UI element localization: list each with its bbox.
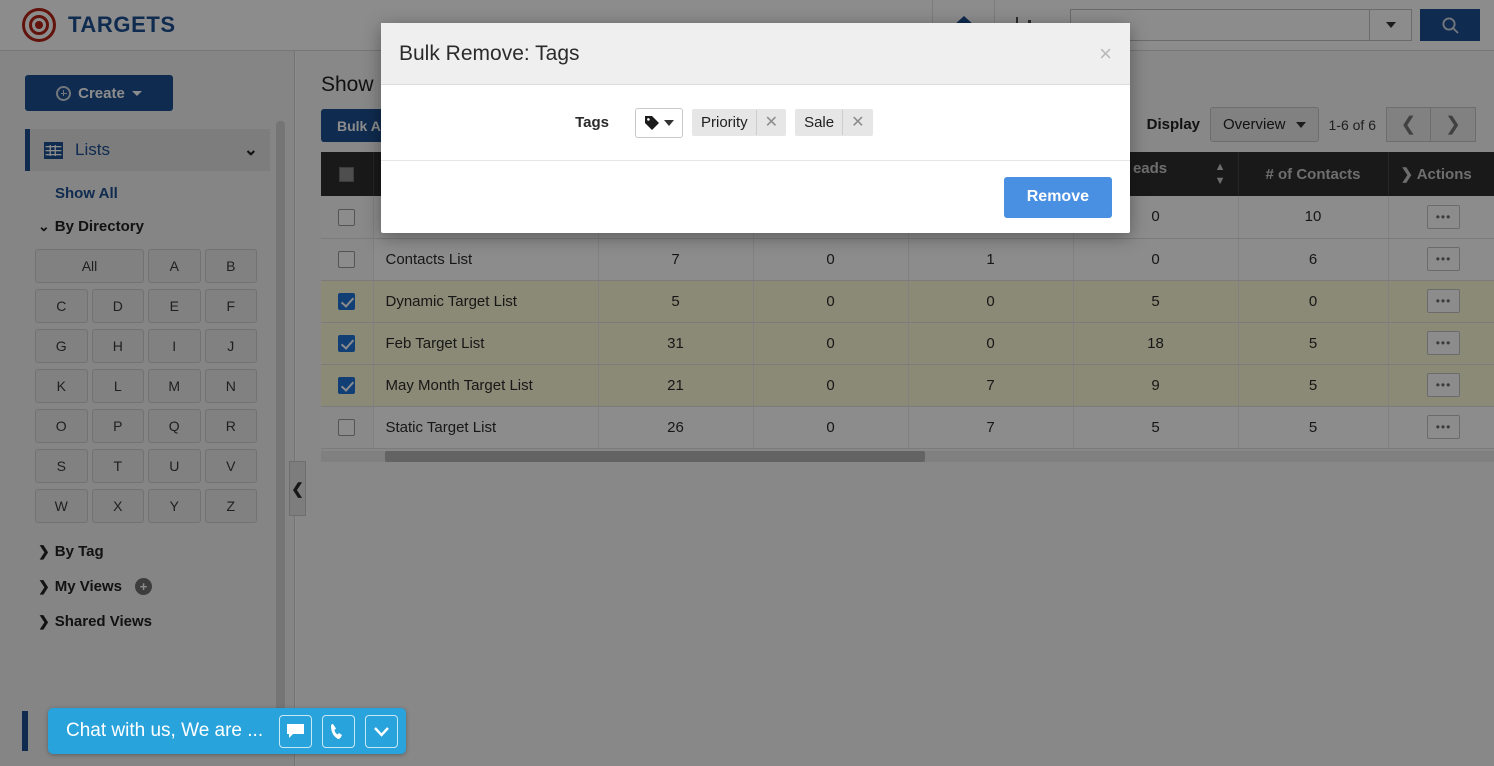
modal-footer: Remove	[381, 161, 1130, 233]
tags-field-label: Tags	[575, 114, 609, 131]
tag-icon	[645, 115, 659, 130]
phone-icon[interactable]	[322, 714, 356, 748]
tag-pill: Sale ✕	[795, 109, 873, 136]
tag-picker-dropdown[interactable]	[635, 107, 683, 138]
bulk-remove-tags-modal: Bulk Remove: Tags × Tags Priority ✕ Sale…	[381, 23, 1130, 233]
tag-pill: Priority ✕	[692, 109, 787, 136]
app-root: TARGETS Create Lists ⌄ Show All ⌄ By Dir…	[0, 0, 1494, 766]
chat-bubble-icon[interactable]	[279, 714, 313, 748]
chat-widget-text: Chat with us, We are ...	[66, 720, 264, 741]
remove-button[interactable]: Remove	[1003, 176, 1112, 218]
modal-body: Tags Priority ✕ Sale ✕	[381, 85, 1130, 161]
close-icon[interactable]: ✕	[755, 110, 786, 135]
tag-pill-label: Priority	[701, 114, 748, 131]
chat-widget[interactable]: Chat with us, We are ...	[48, 708, 407, 754]
tag-pill-label: Sale	[804, 114, 835, 131]
caret-down-icon	[664, 119, 674, 126]
modal-header: Bulk Remove: Tags ×	[381, 23, 1130, 85]
modal-title: Bulk Remove: Tags	[399, 41, 580, 65]
chevron-down-icon[interactable]	[365, 714, 399, 748]
close-icon[interactable]: ✕	[842, 110, 872, 135]
close-icon[interactable]: ×	[1099, 42, 1112, 65]
